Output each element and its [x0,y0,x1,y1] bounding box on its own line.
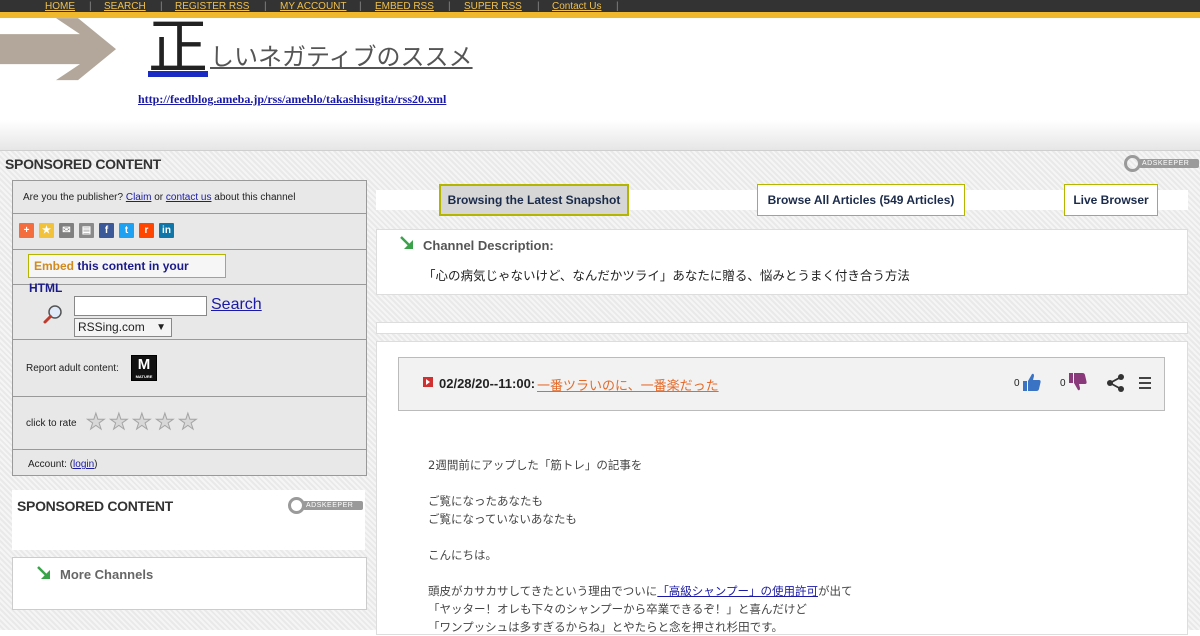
report-row: Report adult content: [13,340,366,397]
sponsored-content-label: SPONSORED CONTENT [5,156,161,172]
adskeeper-logo[interactable]: ADSKEEPER [1124,154,1200,172]
more-channels-box [12,557,367,610]
search-button[interactable]: Search [211,296,262,314]
reddit-icon[interactable]: r [139,223,154,238]
menu-icon[interactable] [1138,376,1152,390]
sponsored-content-label-2: SPONSORED CONTENT [17,498,173,514]
nav-contact-us[interactable]: Contact Us [552,1,601,12]
twitter-icon[interactable]: t [119,223,134,238]
publisher-prefix: Are you the publisher? [23,192,124,203]
nav-super-rss[interactable]: SUPER RSS [464,1,522,12]
top-nav-bar: HOME | SEARCH | REGISTER RSS | MY ACCOUN… [0,0,1200,12]
adskeeper-logo-2[interactable]: ADSKEEPER [288,496,364,514]
article-body-link[interactable]: 「高級シャンプー」の使用許可 [657,584,818,598]
tab-latest-snapshot[interactable]: Browsing the Latest Snapshot [439,184,629,216]
article-paragraph [428,564,1128,582]
nav-embed-rss[interactable]: EMBED RSS [375,1,434,12]
plus-icon[interactable]: + [19,223,34,238]
email-icon[interactable]: ✉ [59,223,74,238]
article-paragraph: 2週間前にアップした「筋トレ」の記事を [428,458,643,472]
channel-description-label: Channel Description: [423,238,554,253]
article-paragraph [428,528,1128,546]
rate-label: click to rate [26,418,77,429]
nav-search[interactable]: SEARCH [104,1,146,12]
tab-live-browser[interactable]: Live Browser [1064,184,1158,216]
star-rating-5[interactable]: ★ [178,411,199,434]
magnifier-icon [43,305,62,324]
publisher-or: or [154,192,164,203]
search-scope-select[interactable]: RSSing.com ▼ [74,318,172,337]
article-paragraph: 「ワンプッシュは多すぎるからね」とやたらと念を押され杉田です。 [428,620,784,634]
login-link[interactable]: login [73,459,94,470]
title-underline [148,71,208,77]
channel-description-text: 「心の病気じゃないけど、なんだかツライ」あなたに贈る、悩みとうまく付き合う方法 [423,268,910,283]
nav-separator: | [89,1,92,12]
mature-badge-sub: MATURE [135,374,153,379]
facebook-icon[interactable]: f [99,223,114,238]
header-divider [0,150,1200,151]
right-arrow-icon [0,18,116,81]
star-rating-4[interactable]: ★ [155,411,176,434]
more-channels-label[interactable]: More Channels [60,567,153,582]
tab-browse-all-articles[interactable]: Browse All Articles (549 Articles) [757,184,965,216]
search-input[interactable] [74,296,207,316]
mature-badge-letter: M [137,356,151,373]
embed-word: Embed [34,259,75,273]
nav-my-account[interactable]: MY ACCOUNT [280,1,347,12]
nav-register-rss[interactable]: REGISTER RSS [175,1,249,12]
account-row: Account: (login) [28,459,98,470]
article-paragraph: こんにちは。 [428,548,497,562]
publisher-suffix: about this channel [214,192,296,203]
article-paragraph: ご覧になっていないあなたも [428,512,577,526]
bullet-icon [423,377,433,387]
star-icon[interactable]: ★ [39,223,54,238]
nav-separator: | [616,1,619,12]
share-icon[interactable] [1106,373,1126,393]
nav-separator: | [264,1,267,12]
article-paragraph: 「ヤッター！オレも下々のシャンプーから卒業できるぞ！」と喜んだけど [428,602,807,616]
upvote-count: 0 [1014,378,1020,389]
account-suffix: ) [94,459,98,470]
article-body: 2週間前にアップした「筋トレ」の記事を ご覧になったあなたも ご覧になっていない… [428,456,1128,636]
mature-report-button[interactable]: M MATURE [131,355,157,381]
title-first-char[interactable]: 正 [148,18,208,78]
star-rating-3[interactable]: ★ [132,411,153,434]
article-text: が出て [817,584,853,598]
star-rating-2[interactable]: ★ [109,411,130,434]
publisher-text: Are you the publisher? Claim or contact … [23,192,295,203]
nav-separator: | [359,1,362,12]
star-rating-1[interactable]: ★ [86,411,107,434]
nav-separator: | [160,1,163,12]
print-icon[interactable]: ▤ [79,223,94,238]
article-paragraph [428,474,1128,492]
down-right-arrow-icon [400,236,413,249]
publisher-row: Are you the publisher? Claim or contact … [13,181,366,214]
embed-content-button[interactable]: Embed this content in your HTML [28,254,226,295]
account-prefix: Account: ( [28,459,74,470]
linkedin-icon[interactable]: in [159,223,174,238]
article-text: 頭皮がカサカサしてきたという理由でついに [428,584,658,598]
select-value: RSSing.com [78,320,145,334]
header-gradient [0,120,1200,150]
downvote-count: 0 [1060,378,1066,389]
adskeeper-text: ADSKEEPER [1142,160,1190,167]
thumbs-up-icon[interactable] [1022,372,1042,392]
down-right-arrow-icon [37,566,50,579]
nav-separator: | [448,1,451,12]
title-text[interactable]: しいネガティブのススメ [210,42,473,72]
nav-separator: | [537,1,540,12]
feed-url-link[interactable]: http://feedblog.ameba.jp/rss/ameblo/taka… [138,92,446,107]
nav-home[interactable]: HOME [45,1,75,12]
article-paragraph: ご覧になったあなたも [428,494,543,508]
adskeeper-text: ADSKEEPER [306,502,354,509]
report-label: Report adult content: [26,363,119,374]
article-date: 02/28/20--11:00: [439,376,536,391]
contact-us-link[interactable]: contact us [166,192,212,203]
claim-link[interactable]: Claim [126,192,152,203]
thumbs-down-icon[interactable] [1068,372,1088,392]
article-paragraph: 頭皮がカサカサしてきたという理由でついに「高級シャンプー」の使用許可が出て [428,582,1128,600]
chevron-down-icon: ▼ [156,322,166,333]
article-title-link[interactable]: 一番ツラいのに、一番楽だった [537,375,719,394]
spacer-box [376,322,1188,334]
